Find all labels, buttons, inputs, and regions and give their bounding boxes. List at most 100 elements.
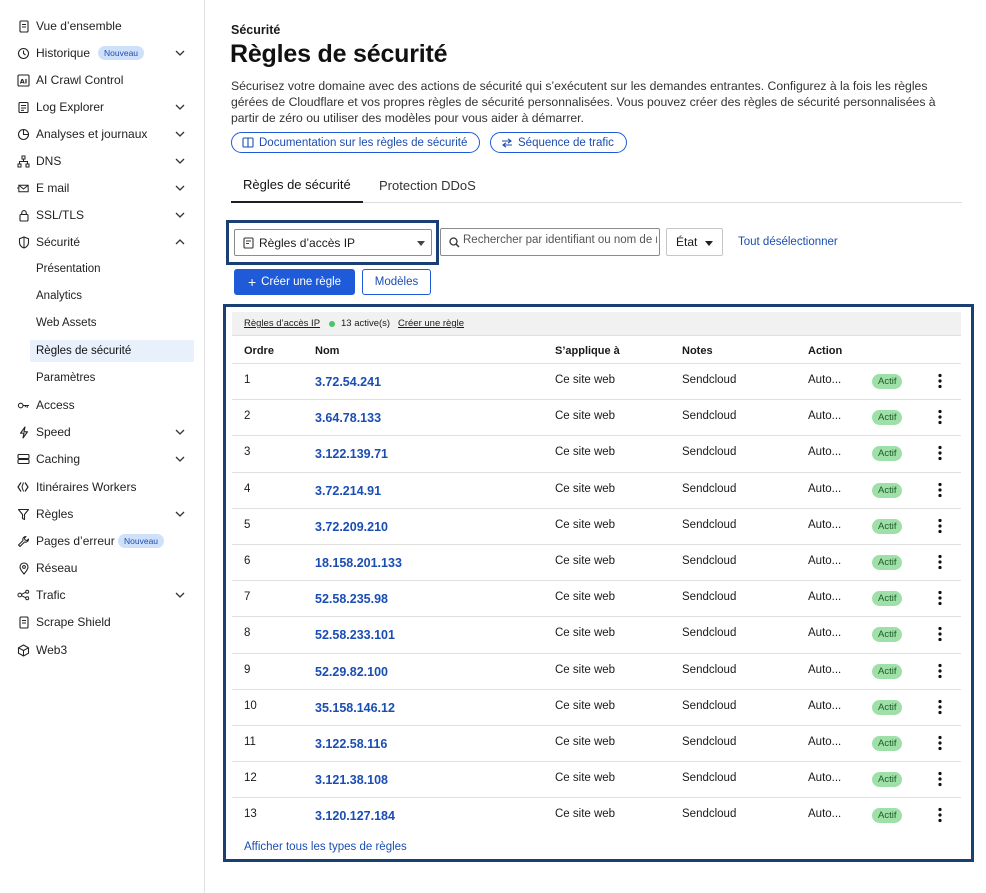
more-options-icon[interactable] bbox=[932, 806, 948, 824]
rule-name-link[interactable]: 35.158.146.12 bbox=[315, 701, 395, 715]
action-cell: Auto... bbox=[808, 410, 842, 423]
rule-name-link[interactable]: 18.158.201.133 bbox=[315, 556, 402, 570]
sidebar-subitem-analytics[interactable]: Analytics bbox=[0, 285, 205, 307]
rule-type-select[interactable]: Règles d’accès IP bbox=[234, 229, 432, 256]
more-options-icon[interactable] bbox=[932, 625, 948, 643]
sidebar-subitem-web-assets[interactable]: Web Assets bbox=[0, 312, 205, 334]
tab-security-rules[interactable]: Règles de sécurité bbox=[231, 168, 363, 203]
sidebar-item-label: Scrape Shield bbox=[36, 615, 111, 629]
chevron-down-icon[interactable] bbox=[174, 426, 186, 438]
active-dot-icon bbox=[329, 321, 335, 327]
more-options-icon[interactable] bbox=[932, 589, 948, 607]
order-cell: 8 bbox=[244, 627, 251, 640]
sidebar-item-securite[interactable]: Sécurité bbox=[0, 231, 205, 253]
table-row: 6 18.158.201.133 Ce site web Sendcloud Auto.… bbox=[232, 544, 961, 580]
create-rule-link[interactable]: Créer une règle bbox=[398, 318, 464, 329]
doc-link-button[interactable]: Documentation sur les règles de sécurité bbox=[231, 132, 481, 153]
action-cell: Auto... bbox=[808, 699, 842, 712]
rule-name-link[interactable]: 52.29.82.100 bbox=[315, 665, 388, 679]
more-options-icon[interactable] bbox=[932, 481, 948, 499]
sidebar-item-regles[interactable]: Règles bbox=[0, 503, 205, 525]
rule-name-link[interactable]: 3.122.58.116 bbox=[315, 737, 387, 751]
more-options-icon[interactable] bbox=[932, 770, 948, 788]
sidebar-item-access[interactable]: Access bbox=[0, 394, 205, 416]
search-input[interactable] bbox=[463, 234, 657, 246]
applies-to-cell: Ce site web bbox=[555, 591, 616, 604]
sidebar-item-trafic[interactable]: Trafic bbox=[0, 584, 205, 606]
order-cell: 1 bbox=[244, 374, 251, 386]
show-all-rule-types-link[interactable]: Afficher tous les types de règles bbox=[244, 841, 407, 853]
column-header-order: Ordre bbox=[244, 345, 274, 357]
rule-name-link[interactable]: 3.72.54.241 bbox=[315, 375, 381, 389]
sidebar-subitem-presentation[interactable]: Présentation bbox=[0, 258, 205, 280]
more-options-icon[interactable] bbox=[932, 372, 948, 390]
chevron-down-icon[interactable] bbox=[174, 182, 186, 194]
chevron-down-icon[interactable] bbox=[174, 47, 186, 59]
rule-name-link[interactable]: 3.120.127.184 bbox=[315, 809, 395, 823]
deselect-all-link[interactable]: Tout désélectionner bbox=[738, 236, 838, 248]
sidebar-item-e-mail[interactable]: E mail bbox=[0, 177, 205, 199]
chevron-down-icon[interactable] bbox=[174, 508, 186, 520]
table-row: 10 35.158.146.12 Ce site web Sendcloud Auto.… bbox=[232, 688, 961, 725]
state-filter-label: État bbox=[676, 235, 698, 249]
traffic-sequence-button[interactable]: Séquence de trafic bbox=[490, 132, 627, 153]
rule-name-link[interactable]: 3.121.38.108 bbox=[315, 773, 388, 787]
ai-icon: AI bbox=[17, 73, 30, 87]
chevron-down-icon[interactable] bbox=[174, 453, 186, 465]
more-options-icon[interactable] bbox=[932, 553, 948, 571]
chevron-up-icon[interactable] bbox=[174, 236, 186, 248]
group-label-link[interactable]: Règles d’accès IP bbox=[244, 318, 320, 329]
rule-name-link[interactable]: 3.72.214.91 bbox=[315, 484, 381, 498]
search-field[interactable] bbox=[440, 228, 660, 256]
rule-name-link[interactable]: 3.72.209.210 bbox=[315, 520, 388, 534]
chevron-down-icon[interactable] bbox=[174, 128, 186, 140]
more-options-icon[interactable] bbox=[932, 662, 948, 680]
chevron-down-icon[interactable] bbox=[174, 209, 186, 221]
chevron-down-icon[interactable] bbox=[174, 101, 186, 113]
chevron-down-icon[interactable] bbox=[174, 589, 186, 601]
rule-name-link[interactable]: 52.58.235.98 bbox=[315, 592, 388, 606]
sidebar-item-analyses-et-journaux[interactable]: Analyses et journaux bbox=[0, 123, 205, 145]
more-options-icon[interactable] bbox=[932, 698, 948, 716]
status-badge: Actif bbox=[872, 736, 903, 751]
sidebar-item-ai-crawl-control[interactable]: AI AI Crawl Control bbox=[0, 69, 205, 91]
more-options-icon[interactable] bbox=[932, 408, 948, 426]
chevron-down-icon[interactable] bbox=[174, 155, 186, 167]
tab-ddos-protection[interactable]: Protection DDoS bbox=[367, 168, 488, 203]
svg-text:AI: AI bbox=[20, 77, 27, 85]
sidebar-item-reseau[interactable]: Réseau bbox=[0, 557, 205, 579]
sidebar-item-web3[interactable]: Web3 bbox=[0, 639, 205, 661]
status-badge: Actif bbox=[872, 591, 903, 607]
column-header-notes: Notes bbox=[682, 345, 713, 357]
sidebar-subitem-regles-de-securite[interactable]: Règles de sécurité bbox=[30, 340, 194, 362]
sidebar-item-historique[interactable]: Historique Nouveau bbox=[0, 42, 205, 64]
sidebar-item-scrape-shield[interactable]: Scrape Shield bbox=[0, 611, 205, 633]
more-options-icon[interactable] bbox=[932, 444, 948, 462]
sidebar-item-caching[interactable]: Caching bbox=[0, 448, 205, 470]
rule-name-link[interactable]: 3.64.78.133 bbox=[315, 411, 381, 425]
sidebar-item-dns[interactable]: DNS bbox=[0, 150, 205, 172]
rule-name-link[interactable]: 3.122.139.71 bbox=[315, 447, 388, 461]
order-cell: 12 bbox=[244, 772, 257, 785]
status-badge: Actif bbox=[872, 482, 903, 498]
more-options-icon[interactable] bbox=[932, 517, 948, 535]
create-rule-button[interactable]: + Créer une règle bbox=[234, 269, 355, 295]
rule-list-icon bbox=[243, 237, 254, 249]
sidebar-item-speed[interactable]: Speed bbox=[0, 421, 205, 443]
tabs-bar: Règles de sécurité Protection DDoS bbox=[231, 168, 962, 203]
sidebar-item-vue-d-ensemble[interactable]: Vue d’ensemble bbox=[0, 15, 205, 37]
state-filter-dropdown[interactable]: État bbox=[666, 228, 723, 256]
action-cell: Auto... bbox=[808, 374, 842, 386]
notes-cell: Sendcloud bbox=[682, 591, 737, 604]
breadcrumb: Sécurité bbox=[231, 23, 281, 37]
sidebar-item-itineraires-workers[interactable]: Itinéraires Workers bbox=[0, 476, 205, 498]
sidebar-item-pages-d-erreur[interactable]: Pages d’erreur Nouveau bbox=[0, 530, 205, 552]
sidebar-subitem-parametres[interactable]: Paramètres bbox=[0, 367, 205, 389]
templates-button[interactable]: Modèles bbox=[362, 269, 431, 295]
sidebar-item-log-explorer[interactable]: Log Explorer bbox=[0, 96, 205, 118]
rule-name-link[interactable]: 52.58.233.101 bbox=[315, 628, 395, 642]
status-badge: Actif bbox=[872, 374, 903, 389]
more-options-icon[interactable] bbox=[932, 734, 948, 752]
column-header-action: Action bbox=[808, 345, 843, 357]
sidebar-item-ssl-tls[interactable]: SSL/TLS bbox=[0, 204, 205, 226]
